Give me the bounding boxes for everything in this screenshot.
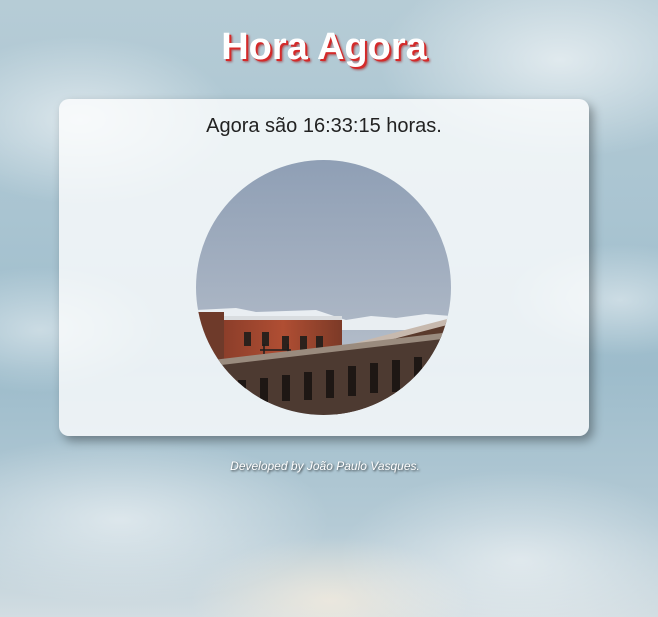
page-title: Hora Agora (221, 26, 427, 68)
building-photo-image (196, 160, 451, 415)
building-photo (196, 160, 451, 415)
developer-credit: Developed by João Paulo Vasques. (230, 459, 420, 473)
time-card: Agora são 16:33:15 horas. (59, 99, 589, 436)
current-time-message: Agora são 16:33:15 horas. (206, 115, 442, 137)
